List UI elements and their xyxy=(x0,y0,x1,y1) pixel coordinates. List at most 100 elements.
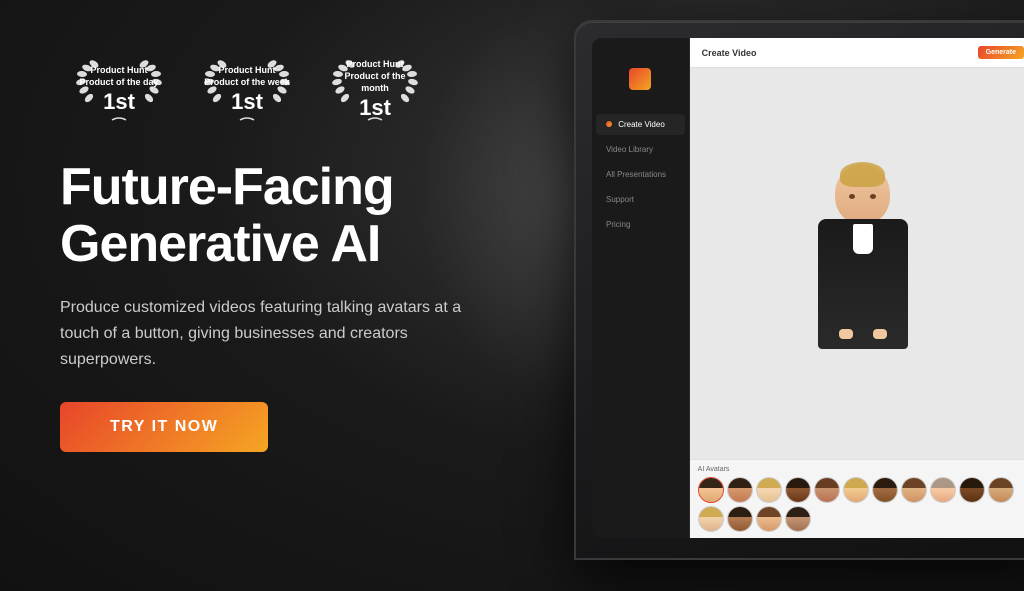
headline-line1: Future-Facing xyxy=(60,158,394,216)
hand-right xyxy=(873,329,887,339)
sidebar-item-all-presentations[interactable]: All Presentations xyxy=(596,164,685,185)
avatar-thumb-3[interactable] xyxy=(756,477,782,503)
award-day: Product Hunt Product of the day 1st xyxy=(60,50,178,131)
award-month: Product Hunt Product of the month 1st xyxy=(316,50,434,131)
avatar-hair-12 xyxy=(699,507,723,517)
award-day-text: Product Hunt Product of the day 1st xyxy=(74,65,164,116)
avatar-thumb-4[interactable] xyxy=(785,477,811,503)
laurel-wrap-week: Product Hunt Product of the week 1st xyxy=(202,58,292,123)
award-week-title: Product Hunt Product of the week xyxy=(202,65,292,88)
avatar-face-14 xyxy=(757,507,781,531)
avatar-hair-4 xyxy=(786,478,810,488)
avatar-hair-1 xyxy=(699,478,723,488)
avatars-grid xyxy=(698,477,1024,532)
cta-button[interactable]: TRY IT NOW xyxy=(60,402,268,452)
sidebar-label-presentations: All Presentations xyxy=(606,170,666,179)
headline-line2: Generative AI xyxy=(60,215,380,273)
avatar-hair-11 xyxy=(989,478,1013,488)
avatar-hair-8 xyxy=(902,478,926,488)
avatar-thumb-6[interactable] xyxy=(843,477,869,503)
avatar-hands xyxy=(839,329,887,339)
avatar-face-15 xyxy=(786,507,810,531)
avatar-thumb-2[interactable] xyxy=(727,477,753,503)
avatar-hair-10 xyxy=(960,478,984,488)
sidebar-item-pricing[interactable]: Pricing xyxy=(596,214,685,235)
avatar-thumb-7[interactable] xyxy=(872,477,898,503)
avatar-face-7 xyxy=(873,478,897,502)
avatar-face-11 xyxy=(989,478,1013,502)
collar-detail xyxy=(853,224,873,254)
avatar-eye-right xyxy=(870,194,876,199)
avatar-eye-left xyxy=(849,194,855,199)
laptop-frame: Create Video Video Library All Presentat… xyxy=(574,20,1024,560)
app-sidebar: Create Video Video Library All Presentat… xyxy=(592,38,690,538)
avatar-thumb-14[interactable] xyxy=(756,506,782,532)
avatar-collar xyxy=(848,224,878,259)
sidebar-item-video-library[interactable]: Video Library xyxy=(596,139,685,160)
sidebar-label-pricing: Pricing xyxy=(606,220,630,229)
main-avatar-figure xyxy=(808,164,918,364)
subtext: Produce customized videos featuring talk… xyxy=(60,295,480,372)
sidebar-item-support[interactable]: Support xyxy=(596,189,685,210)
avatar-thumb-15[interactable] xyxy=(785,506,811,532)
award-month-rank: 1st xyxy=(330,95,420,121)
award-month-text: Product Hunt Product of the month 1st xyxy=(330,59,420,121)
avatar-hair xyxy=(840,162,885,187)
awards-row: Product Hunt Product of the day 1st xyxy=(60,50,513,131)
avatar-body xyxy=(818,219,908,349)
avatar-thumb-10[interactable] xyxy=(959,477,985,503)
sidebar-item-create-video[interactable]: Create Video xyxy=(596,114,685,135)
nav-dot-icon xyxy=(606,121,612,127)
avatar-thumb-9[interactable] xyxy=(930,477,956,503)
avatar-hair-15 xyxy=(786,507,810,517)
avatars-grid-section: AI Avatars xyxy=(690,459,1024,538)
award-month-title: Product Hunt Product of the month xyxy=(330,59,420,94)
laptop-screen-bezel: Create Video Video Library All Presentat… xyxy=(592,38,1024,538)
content-wrapper: Product Hunt Product of the day 1st xyxy=(0,0,1024,591)
award-week-rank: 1st xyxy=(202,89,292,115)
avatar-face-4 xyxy=(786,478,810,502)
right-panel: Create Video Video Library All Presentat… xyxy=(563,0,1024,591)
award-day-rank: 1st xyxy=(74,89,164,115)
avatar-face-2 xyxy=(728,478,752,502)
avatar-face-6 xyxy=(844,478,868,502)
avatar-thumb-13[interactable] xyxy=(727,506,753,532)
avatar-hair-14 xyxy=(757,507,781,517)
avatar-thumb-11[interactable] xyxy=(988,477,1014,503)
avatars-grid-label: AI Avatars xyxy=(698,466,1024,473)
avatar-hair-6 xyxy=(844,478,868,488)
avatar-face xyxy=(847,192,878,212)
main-headline: Future-Facing Generative AI xyxy=(60,159,513,273)
app-generate-button[interactable]: Generate xyxy=(978,46,1024,59)
screen-content: Create Video Video Library All Presentat… xyxy=(592,38,1024,538)
avatar-face-13 xyxy=(728,507,752,531)
avatar-face-8 xyxy=(902,478,926,502)
sidebar-label-create: Create Video xyxy=(618,120,665,129)
avatar-thumb-8[interactable] xyxy=(901,477,927,503)
avatar-hair-9 xyxy=(931,478,955,488)
app-logo xyxy=(629,68,651,90)
video-preview-area xyxy=(690,68,1024,459)
avatar-face-1 xyxy=(699,478,723,502)
laurel-wrap-day: Product Hunt Product of the day 1st xyxy=(74,58,164,123)
avatar-thumb-1[interactable] xyxy=(698,477,724,503)
award-week: Product Hunt Product of the week 1st xyxy=(188,50,306,131)
avatar-hair-7 xyxy=(873,478,897,488)
avatar-face-5 xyxy=(815,478,839,502)
app-header-title: Create Video xyxy=(702,48,757,58)
avatar-hair-5 xyxy=(815,478,839,488)
avatar-head xyxy=(835,164,890,224)
app-main: Create Video Generate xyxy=(690,38,1024,538)
avatar-hair-13 xyxy=(728,507,752,517)
sidebar-label-support: Support xyxy=(606,195,634,204)
avatar-face-9 xyxy=(931,478,955,502)
avatar-hair-3 xyxy=(757,478,781,488)
app-header: Create Video Generate xyxy=(690,38,1024,68)
hand-left xyxy=(839,329,853,339)
avatar-face-10 xyxy=(960,478,984,502)
avatar-hair-2 xyxy=(728,478,752,488)
laurel-wrap-month: Product Hunt Product of the month 1st xyxy=(330,58,420,123)
sidebar-label-library: Video Library xyxy=(606,145,653,154)
avatar-thumb-5[interactable] xyxy=(814,477,840,503)
avatar-thumb-12[interactable] xyxy=(698,506,724,532)
